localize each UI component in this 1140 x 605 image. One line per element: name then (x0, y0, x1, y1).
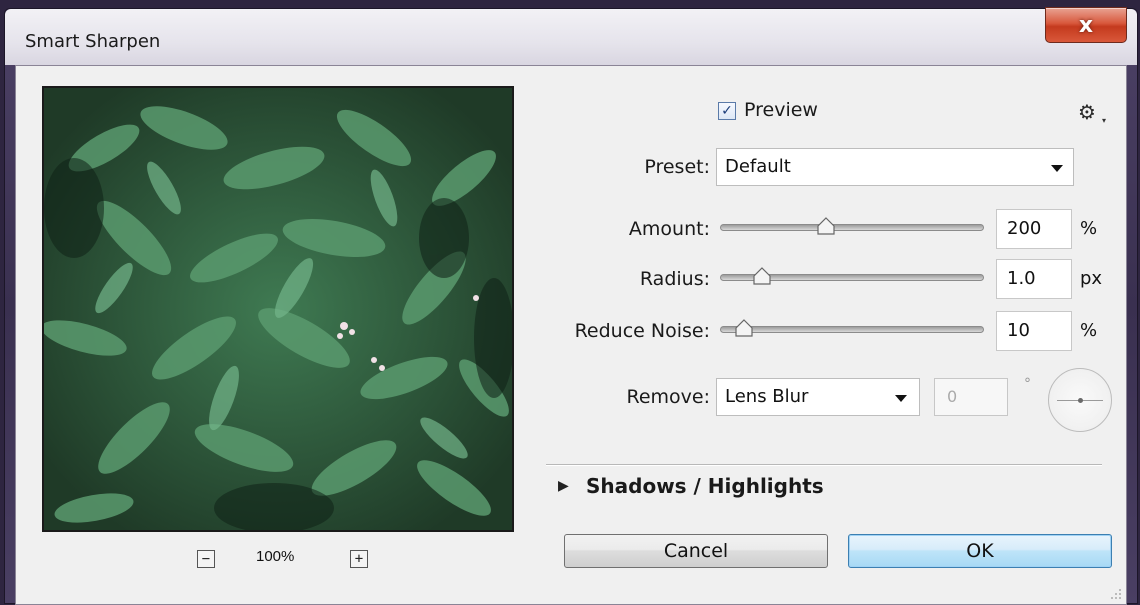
dialog-frame: Smart Sharpen x − 100% + ✓ Preview ⚙ ▾ P… (4, 7, 1138, 605)
angle-dial[interactable] (1048, 368, 1112, 432)
zoom-level: 100% (256, 548, 295, 565)
close-icon: x (1078, 12, 1094, 38)
amount-unit: % (1080, 218, 1098, 239)
resize-grip-icon[interactable] (1110, 588, 1122, 600)
remove-value: Lens Blur (725, 386, 809, 407)
dialog-body: − 100% + ✓ Preview ⚙ ▾ Preset: Default A… (15, 65, 1127, 605)
degree-symbol: ° (1024, 376, 1031, 392)
amount-slider-track[interactable] (720, 224, 984, 231)
remove-dropdown[interactable]: Lens Blur (716, 378, 920, 416)
close-button[interactable]: x (1045, 7, 1127, 43)
checkmark-icon: ✓ (721, 103, 733, 119)
zoom-in-button[interactable]: + (350, 550, 368, 568)
preset-dropdown[interactable]: Default (716, 148, 1074, 186)
angle-input[interactable]: 0 (934, 378, 1008, 416)
ok-button[interactable]: OK (848, 534, 1112, 568)
reduce-noise-input[interactable]: 10 (996, 311, 1072, 351)
minus-icon: − (201, 551, 211, 567)
reduce-noise-label: Reduce Noise: (574, 320, 710, 342)
radius-input[interactable]: 1.0 (996, 259, 1072, 299)
reduce-noise-unit: % (1080, 320, 1098, 341)
foliage-image (44, 88, 512, 530)
radius-label: Radius: (639, 268, 710, 290)
preview-checkbox[interactable]: ✓ (718, 102, 736, 120)
section-divider (546, 464, 1102, 466)
reduce-noise-slider-track[interactable] (720, 326, 984, 333)
chevron-down-icon (895, 395, 907, 402)
disclosure-triangle-icon[interactable]: ▶ (558, 478, 569, 494)
chevron-down-icon: ▾ (1102, 116, 1107, 125)
zoom-out-button[interactable]: − (197, 550, 215, 568)
plus-icon: + (354, 551, 364, 567)
gear-icon[interactable]: ⚙ (1078, 100, 1096, 124)
window-title: Smart Sharpen (25, 31, 161, 52)
shadows-highlights-toggle[interactable]: Shadows / Highlights (586, 474, 824, 498)
preset-value: Default (725, 156, 791, 177)
title-bar: Smart Sharpen x (5, 7, 1137, 65)
amount-label: Amount: (628, 218, 710, 240)
preview-label: Preview (744, 99, 818, 121)
angle-dial-center (1078, 398, 1083, 403)
preview-image[interactable] (42, 86, 514, 532)
chevron-down-icon (1051, 165, 1063, 172)
amount-input[interactable]: 200 (996, 209, 1072, 249)
preset-label: Preset: (644, 156, 710, 178)
cancel-button[interactable]: Cancel (564, 534, 828, 568)
remove-label: Remove: (626, 386, 710, 408)
radius-unit: px (1080, 268, 1103, 289)
